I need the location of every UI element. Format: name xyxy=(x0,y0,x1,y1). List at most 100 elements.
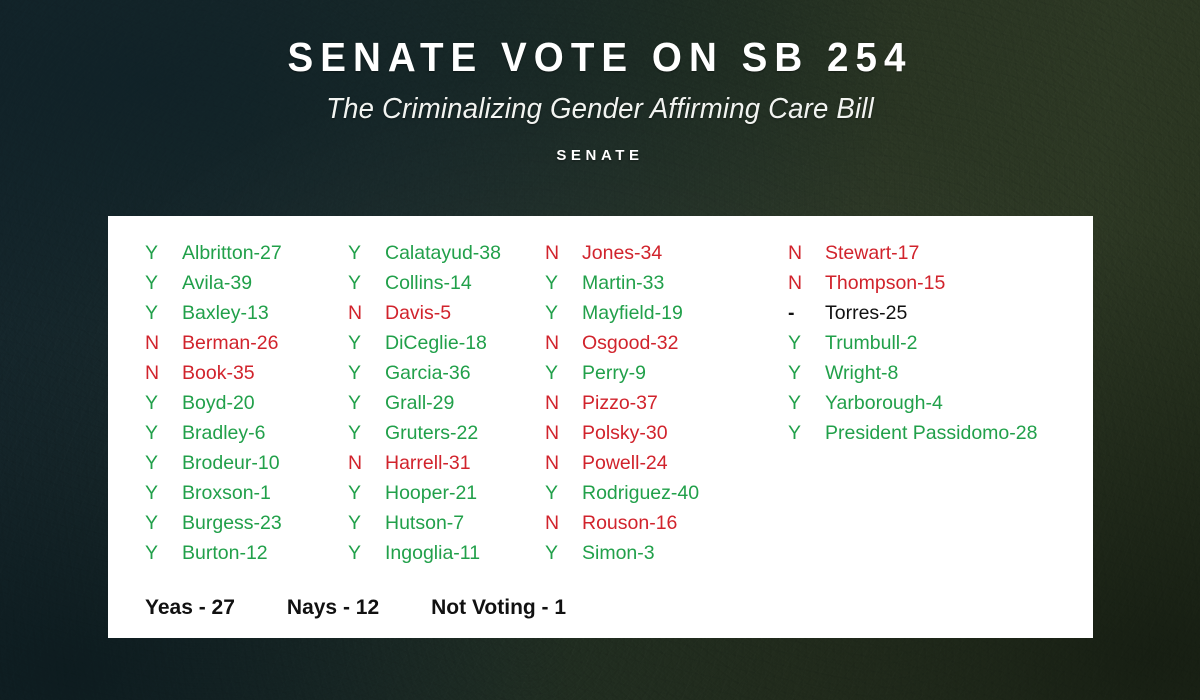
vote-row: Y Mayfield-19 xyxy=(545,298,780,328)
vote-mark: N xyxy=(145,332,160,354)
legislator-name: Martin-33 xyxy=(582,272,665,294)
vote-mark: Y xyxy=(145,272,159,294)
vote-row: N Davis-5 xyxy=(348,298,548,328)
legislator-name: Yarborough-4 xyxy=(825,392,943,414)
vote-row: Y Hutson-7 xyxy=(348,508,548,538)
legislator-name: Gruters-22 xyxy=(385,422,479,444)
vote-mark: Y xyxy=(145,302,159,324)
legislator-name: Simon-3 xyxy=(582,542,655,564)
legislator-name: Broxson-1 xyxy=(182,482,271,504)
vote-row: - Torres-25 xyxy=(788,298,1088,328)
vote-grid: Y Albritton-27 Y Avila-39 Y Baxley-13 N Berman-… xyxy=(108,238,1093,576)
vote-row: N Berman-26 xyxy=(145,328,345,358)
legislator-name: Ingoglia-11 xyxy=(385,542,481,564)
legislator-name: Grall-29 xyxy=(385,392,455,414)
legislator-name: President Passidomo-28 xyxy=(825,422,1038,444)
vote-result-card: Y Albritton-27 Y Avila-39 Y Baxley-13 N Berman-… xyxy=(108,216,1093,638)
vote-row: Y Wright-8 xyxy=(788,358,1088,388)
vote-mark: N xyxy=(788,242,803,264)
vote-mark: N xyxy=(545,332,560,354)
vote-mark: Y xyxy=(145,392,159,414)
vote-mark: Y xyxy=(145,422,159,444)
legislator-name: Berman-26 xyxy=(182,332,279,354)
vote-row: N Book-35 xyxy=(145,358,345,388)
vote-mark: Y xyxy=(788,392,802,414)
legislator-name: Baxley-13 xyxy=(182,302,269,324)
vote-row: Y Trumbull-2 xyxy=(788,328,1088,358)
vote-mark: Y xyxy=(145,452,159,474)
legislator-name: Collins-14 xyxy=(385,272,472,294)
vote-row: Y Baxley-13 xyxy=(145,298,345,328)
vote-mark: - xyxy=(788,302,795,324)
legislator-name: Rodriguez-40 xyxy=(582,482,700,504)
vote-mark: Y xyxy=(545,482,559,504)
vote-row: Y Simon-3 xyxy=(545,538,780,568)
legislator-name: Brodeur-10 xyxy=(182,452,280,474)
vote-row: Y Collins-14 xyxy=(348,268,548,298)
vote-row: Y Burgess-23 xyxy=(145,508,345,538)
total-item: Not Voting - 1 xyxy=(431,596,567,619)
vote-mark: Y xyxy=(145,242,159,264)
vote-row: Y Calatayud-38 xyxy=(348,238,548,268)
vote-column-2: Y Calatayud-38 Y Collins-14 N Davis-5 Y DiCegli… xyxy=(348,238,548,568)
legislator-name: Boyd-20 xyxy=(182,392,255,414)
vote-row: Y Boyd-20 xyxy=(145,388,345,418)
vote-mark: N xyxy=(545,242,560,264)
legislator-name: Rouson-16 xyxy=(582,512,678,534)
legislator-name: Calatayud-38 xyxy=(385,242,501,264)
legislator-name: Bradley-6 xyxy=(182,422,266,444)
vote-mark: Y xyxy=(348,362,362,384)
vote-row: Y Perry-9 xyxy=(545,358,780,388)
vote-mark: Y xyxy=(545,362,559,384)
legislator-name: Harrell-31 xyxy=(385,452,471,474)
legislator-name: Powell-24 xyxy=(582,452,668,474)
legislator-name: Davis-5 xyxy=(385,302,452,324)
vote-mark: N xyxy=(545,392,560,414)
vote-column-3: N Jones-34 Y Martin-33 Y Mayfield-19 N Osgood-3… xyxy=(545,238,780,568)
vote-mark: Y xyxy=(545,542,559,564)
vote-mark: N xyxy=(348,452,363,474)
vote-mark: N xyxy=(145,362,160,384)
vote-row: Y Grall-29 xyxy=(348,388,548,418)
vote-mark: Y xyxy=(145,512,159,534)
legislator-name: Stewart-17 xyxy=(825,242,920,264)
legislator-name: Mayfield-19 xyxy=(582,302,683,324)
legislator-name: Hooper-21 xyxy=(385,482,478,504)
vote-mark: Y xyxy=(788,422,802,444)
vote-row: N Rouson-16 xyxy=(545,508,780,538)
vote-mark: Y xyxy=(348,422,362,444)
vote-row: Y Broxson-1 xyxy=(145,478,345,508)
legislator-name: Garcia-36 xyxy=(385,362,471,384)
vote-mark: Y xyxy=(348,542,362,564)
legislator-name: Albritton-27 xyxy=(182,242,282,264)
vote-mark: Y xyxy=(788,362,802,384)
vote-row: N Thompson-15 xyxy=(788,268,1088,298)
vote-row: Y President Passidomo-28 xyxy=(788,418,1088,448)
legislator-name: Perry-9 xyxy=(582,362,646,384)
page-title: SENATE VOTE ON SB 254 xyxy=(287,34,913,80)
vote-mark: Y xyxy=(348,332,362,354)
legislator-name: Avila-39 xyxy=(182,272,253,294)
vote-row: Y Garcia-36 xyxy=(348,358,548,388)
vote-mark: N xyxy=(788,272,803,294)
vote-row: Y Avila-39 xyxy=(145,268,345,298)
vote-mark: Y xyxy=(545,272,559,294)
header: SENATE VOTE ON SB 254 The Criminalizing … xyxy=(0,0,1200,166)
vote-mark: N xyxy=(545,452,560,474)
vote-row: N Pizzo-37 xyxy=(545,388,780,418)
vote-row: Y Hooper-21 xyxy=(348,478,548,508)
legislator-name: Burgess-23 xyxy=(182,512,282,534)
vote-row: Y Gruters-22 xyxy=(348,418,548,448)
vote-row: N Polsky-30 xyxy=(545,418,780,448)
total-item: Nays - 12 xyxy=(286,596,380,619)
vote-mark: Y xyxy=(145,542,159,564)
vote-row: N Stewart-17 xyxy=(788,238,1088,268)
vote-row: Y Ingoglia-11 xyxy=(348,538,548,568)
legislator-name: Torres-25 xyxy=(825,302,908,324)
legislator-name: Burton-12 xyxy=(182,542,268,564)
vote-row: Y Burton-12 xyxy=(145,538,345,568)
legislator-name: Hutson-7 xyxy=(385,512,465,534)
vote-mark: N xyxy=(545,422,560,444)
legislator-name: Polsky-30 xyxy=(582,422,668,444)
vote-row: Y Yarborough-4 xyxy=(788,388,1088,418)
